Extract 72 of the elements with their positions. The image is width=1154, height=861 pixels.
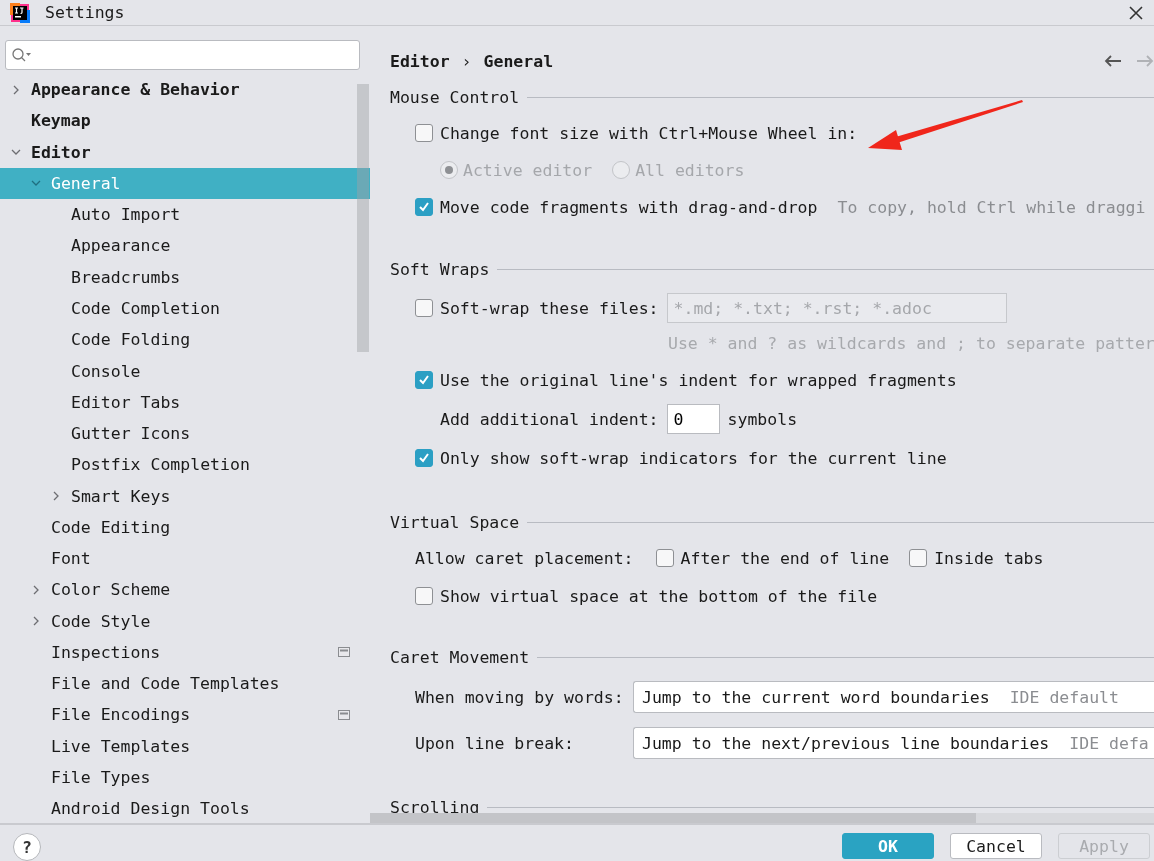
indent-field[interactable]: 0 xyxy=(666,404,720,434)
tree-item[interactable]: File Types xyxy=(0,761,370,794)
tree-item[interactable]: Console xyxy=(0,355,370,387)
search-field[interactable] xyxy=(5,40,360,70)
hint-text: To copy, hold Ctrl while draggi xyxy=(837,197,1146,217)
checkbox[interactable] xyxy=(415,449,433,467)
dropdown-value: Jump to the current word boundaries xyxy=(642,687,990,707)
tree-item[interactable]: Code Editing xyxy=(0,511,370,543)
tree-item[interactable]: Code Completion xyxy=(0,292,370,325)
checkbox-label[interactable]: Only show soft-wrap indicators for the current line xyxy=(440,448,947,468)
help-button[interactable]: ? xyxy=(13,833,41,861)
horizontal-scrollbar[interactable] xyxy=(370,813,1154,823)
tree-item[interactable]: Inspections xyxy=(0,636,370,669)
unit-label: symbols xyxy=(727,409,798,429)
tree-item[interactable]: Appearance xyxy=(0,230,370,262)
hint-text: Use * and ? as wildcards and ; to separate patter xyxy=(668,333,1154,353)
breadcrumb-item[interactable]: General xyxy=(483,51,554,71)
checkbox[interactable] xyxy=(415,587,433,605)
breadcrumb-separator: › xyxy=(461,51,472,71)
tree-item[interactable]: Live Templates xyxy=(0,730,370,762)
tree-item[interactable]: Appearance & Behavior xyxy=(0,74,370,106)
checkbox[interactable] xyxy=(415,371,433,389)
tree-item[interactable]: Breadcrumbs xyxy=(0,261,370,293)
back-arrow-icon[interactable] xyxy=(1104,54,1122,68)
checkbox[interactable] xyxy=(415,198,433,216)
dropdown[interactable]: Jump to the current word boundaries IDE default xyxy=(633,681,1154,713)
tree-item[interactable]: Code Folding xyxy=(0,324,370,356)
window-title: Settings xyxy=(45,3,125,22)
checkbox-label[interactable]: Use the original line's indent for wrapped fragments xyxy=(440,370,957,390)
section-title: Caret Movement xyxy=(390,647,530,667)
dropdown[interactable]: Jump to the next/previous line boundaries IDE defa xyxy=(633,727,1154,759)
field-label: When moving by words: xyxy=(415,687,625,707)
section-title: Virtual Space xyxy=(390,512,520,532)
tree-item[interactable]: Color Scheme xyxy=(0,574,370,606)
tree-item[interactable]: Editor Tabs xyxy=(0,386,370,418)
dropdown-note: IDE defa xyxy=(1069,733,1149,753)
checkmark-icon xyxy=(419,375,429,385)
dialog-button[interactable]: Cancel xyxy=(950,833,1042,859)
tree-item[interactable]: File and Code Templates xyxy=(0,668,370,700)
checkbox-label[interactable]: Show virtual space at the bottom of the file xyxy=(440,586,878,606)
checkmark-icon xyxy=(419,453,429,463)
checkbox[interactable] xyxy=(415,124,433,142)
vertical-scrollbar[interactable] xyxy=(357,84,369,352)
tree-item[interactable]: Font xyxy=(0,543,370,575)
close-icon[interactable] xyxy=(1128,4,1144,21)
tree-item[interactable]: Gutter Icons xyxy=(0,417,370,450)
checkbox[interactable] xyxy=(909,549,928,567)
checkbox-label[interactable]: After the end of line xyxy=(680,548,890,568)
tree-item[interactable]: Auto Import xyxy=(0,199,370,231)
section-title: Soft Wraps xyxy=(390,259,490,279)
search-icon xyxy=(11,47,33,63)
field-label: Add additional indent: xyxy=(440,409,659,429)
dropdown-value: Jump to the next/previous line boundaries xyxy=(642,733,1050,753)
checkbox-label[interactable]: Inside tabs xyxy=(934,548,1044,568)
checkmark-icon xyxy=(419,202,429,212)
tree-item[interactable]: Postfix Completion xyxy=(0,449,370,481)
app-logo-icon xyxy=(9,1,31,24)
section-title: Mouse Control xyxy=(390,87,520,107)
tree-item[interactable]: File Encodings xyxy=(0,699,370,731)
tree-item[interactable]: Editor xyxy=(0,136,370,168)
tree-item[interactable]: Android Design Tools xyxy=(0,793,370,823)
checkbox[interactable] xyxy=(655,549,674,567)
field-label: Allow caret placement: xyxy=(415,548,634,568)
checkbox-label[interactable]: Change font size with Ctrl+Mouse Wheel in: xyxy=(440,123,858,143)
breadcrumb-item[interactable]: Editor xyxy=(390,51,450,71)
checkbox-label[interactable]: Move code fragments with drag-and-drop xyxy=(440,197,818,217)
section-title: Scrolling xyxy=(390,797,480,817)
tree-item[interactable]: Code Style xyxy=(0,605,370,637)
tree-item[interactable]: Keymap xyxy=(0,105,370,137)
dropdown-note: IDE default xyxy=(1009,687,1119,707)
field-label: Upon line break: xyxy=(415,733,575,753)
tree-item[interactable]: Smart Keys xyxy=(0,480,370,512)
